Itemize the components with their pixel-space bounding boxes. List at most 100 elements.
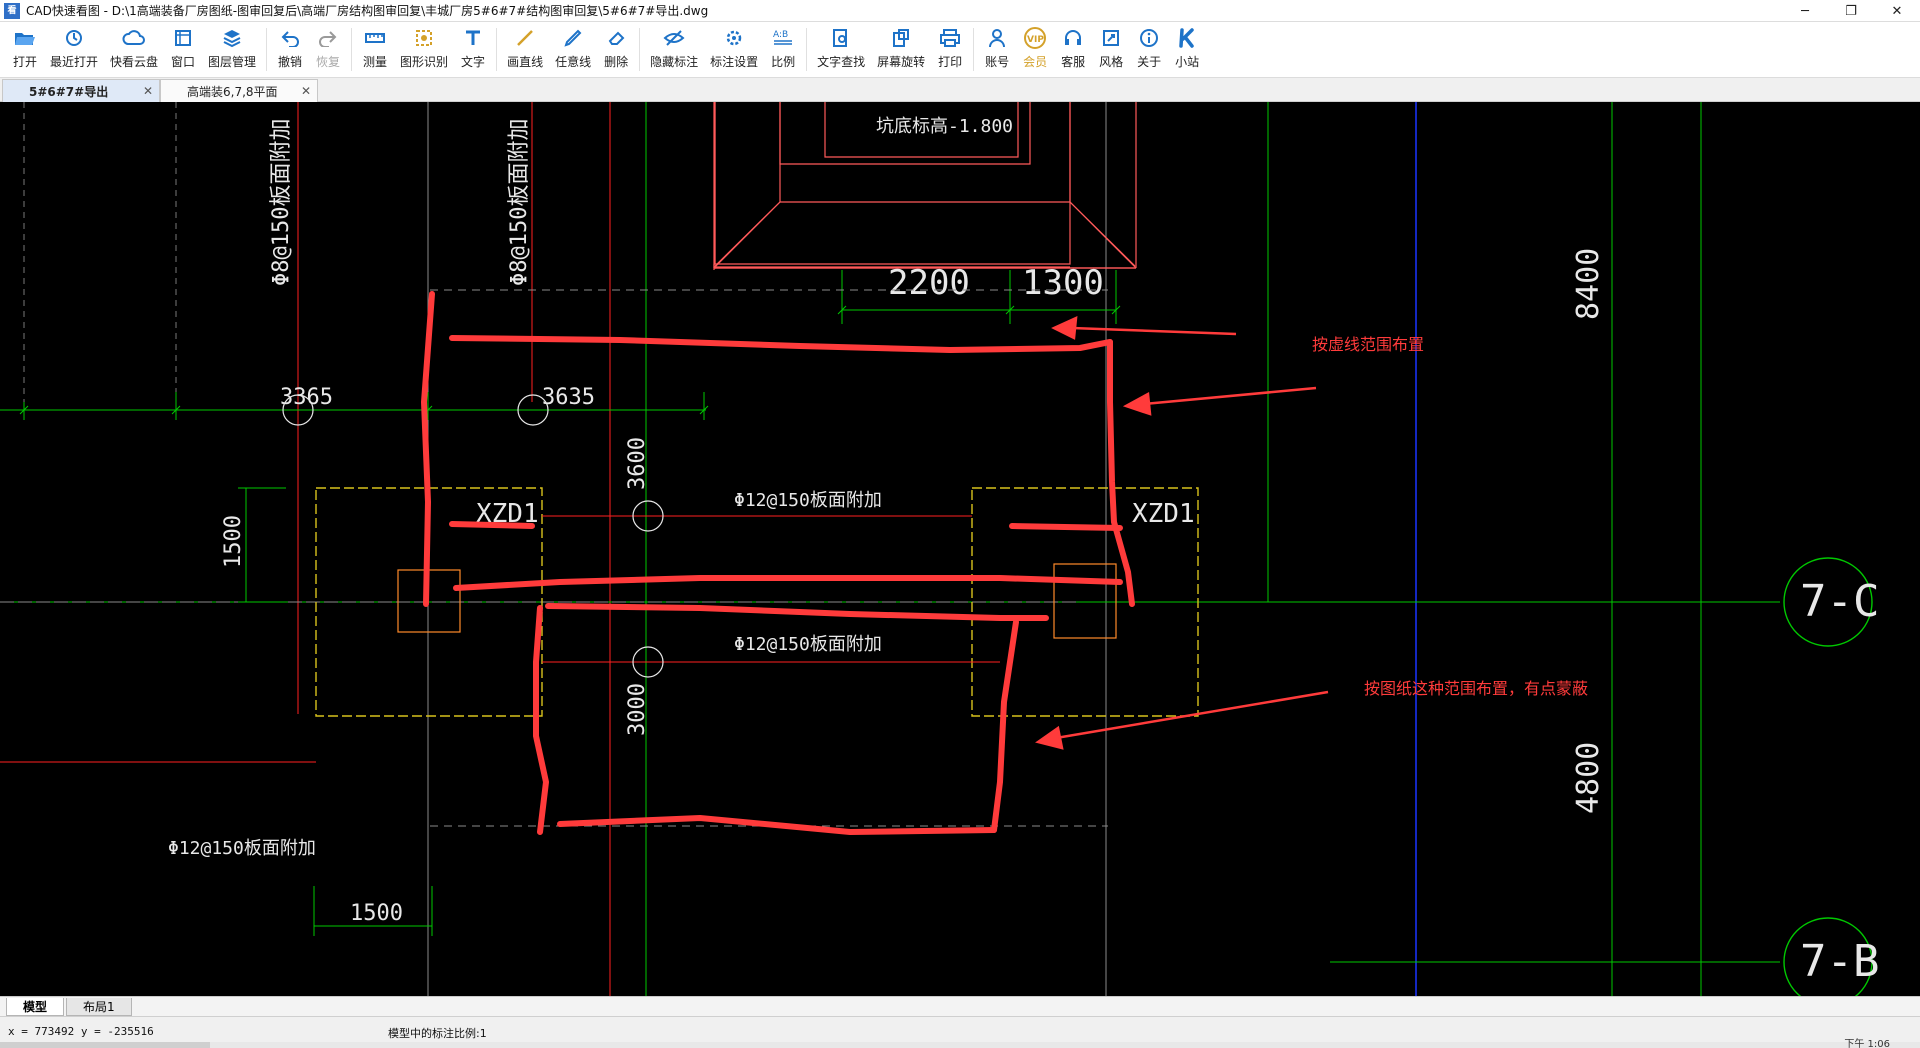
toolbar-label: 屏幕旋转 xyxy=(877,55,926,69)
rotate-screen-icon xyxy=(888,26,914,50)
toolbar-shape-recognition-button[interactable]: 图形识别 xyxy=(394,22,454,77)
scale-icon: A:B xyxy=(770,26,796,50)
toolbar-label: 撤销 xyxy=(278,55,303,69)
status-strip xyxy=(0,1042,1920,1048)
style-icon xyxy=(1098,26,1124,50)
toolbar-ruler-button[interactable]: 测量 xyxy=(356,22,394,77)
column-label-right: XZD1 xyxy=(1132,499,1195,529)
tab-label: 高端装6,7,8平面 xyxy=(187,84,278,99)
close-window-button[interactable]: ✕ xyxy=(1874,0,1920,22)
toolbar-label: 文字 xyxy=(461,55,486,69)
toolbar-label: 恢复 xyxy=(316,55,341,69)
window-title: CAD快速看图 - D:\1高端装备厂房图纸-图审回复后\高端厂房结构图审回复\… xyxy=(26,4,709,18)
minimize-button[interactable]: ─ xyxy=(1782,0,1828,22)
toolbar-label: 关于 xyxy=(1137,55,1162,69)
svg-text:VIP: VIP xyxy=(1027,35,1044,45)
toolbar-label: 标注设置 xyxy=(710,55,759,69)
toolbar-folder-open-button[interactable]: 打开 xyxy=(6,22,44,77)
vip-icon: VIP xyxy=(1022,26,1048,50)
annotation-scale-note: 模型中的标注比例:1 xyxy=(388,1027,487,1040)
toolbar-label: 小站 xyxy=(1175,55,1200,69)
toolbar-undo-button[interactable]: 撤销 xyxy=(271,22,309,77)
toolbar-printer-button[interactable]: 打印 xyxy=(931,22,969,77)
toolbar-text-button[interactable]: 文字 xyxy=(454,22,492,77)
axis-label-7c: 7-C xyxy=(1800,576,1879,627)
toolbar-style-button[interactable]: 风格 xyxy=(1092,22,1130,77)
drawing-canvas[interactable]: 坑底标高-1.800 2200 1300 3365 3635 Φ8@150板面附… xyxy=(0,102,1920,996)
toolbar-cloud-button[interactable]: 快看云盘 xyxy=(104,22,164,77)
cursor-coordinates: x = 773492 y = -235516 xyxy=(8,1025,154,1038)
close-tab-icon[interactable]: ✕ xyxy=(143,84,153,98)
toolbar-label: 打印 xyxy=(938,55,963,69)
toolbar-label: 最近打开 xyxy=(50,55,99,69)
text-icon xyxy=(460,26,486,50)
axis-label-7b: 7-B xyxy=(1800,936,1879,987)
toolbar-label: 文字查找 xyxy=(817,55,866,69)
markup-arrows xyxy=(1035,315,1329,750)
svg-text:A:B: A:B xyxy=(773,30,788,40)
toolbar-label: 打开 xyxy=(12,55,37,69)
tab-document-1[interactable]: 5#6#7#导出 ✕ xyxy=(2,79,160,102)
toolbar-redo-button[interactable]: 恢复 xyxy=(309,22,347,77)
toolbar-vip-button[interactable]: VIP 会员 xyxy=(1016,22,1054,77)
app-window: 看 CAD快速看图 - D:\1高端装备厂房图纸-图审回复后\高端厂房结构图审回… xyxy=(0,0,1920,1048)
dim-2200: 2200 xyxy=(888,263,970,303)
toolbar-separator xyxy=(639,28,641,71)
pit-label: 坑底标高-1.800 xyxy=(876,116,1013,137)
toolbar-label: 测量 xyxy=(363,55,388,69)
tab-document-2[interactable]: 高端装6,7,8平面 ✕ xyxy=(160,79,318,102)
ruler-icon xyxy=(362,26,388,50)
toolbar-separator xyxy=(351,28,353,71)
toolbar-label: 会员 xyxy=(1023,55,1048,69)
toolbar-history-button[interactable]: 最近打开 xyxy=(44,22,104,77)
toolbar-label: 画直线 xyxy=(507,55,544,69)
toolbar-rotate-screen-button[interactable]: 屏幕旋转 xyxy=(871,22,931,77)
toolbar-text-search-button[interactable]: 文字查找 xyxy=(811,22,871,77)
folder-open-icon xyxy=(12,26,38,50)
toolbar-headset-button[interactable]: 客服 xyxy=(1054,22,1092,77)
toolbar-info-button[interactable]: 关于 xyxy=(1130,22,1168,77)
toolbar-eraser-button[interactable]: 删除 xyxy=(597,22,635,77)
toolbar-label: 窗口 xyxy=(171,55,196,69)
tab-model[interactable]: 模型 xyxy=(6,997,65,1016)
tab-layout1[interactable]: 布局1 xyxy=(66,997,132,1016)
rebar-label-left-1: Φ8@150板面附加 xyxy=(269,119,294,286)
toolbar-separator xyxy=(806,28,808,71)
cloud-icon xyxy=(121,26,147,50)
document-tab-bar: 5#6#7#导出 ✕ 高端装6,7,8平面 ✕ xyxy=(0,78,1920,102)
hide-annotation-icon xyxy=(661,26,687,50)
status-progress xyxy=(0,1042,210,1048)
rebar-label-mid-upper: Φ12@150板面附加 xyxy=(734,490,882,511)
restore-button[interactable]: ❐ xyxy=(1828,0,1874,22)
dim-1300: 1300 xyxy=(1022,263,1104,303)
dim-3635: 3635 xyxy=(542,385,595,410)
dim-4800: 4800 xyxy=(1571,742,1606,814)
tab-label: 5#6#7#导出 xyxy=(29,84,109,99)
toolbar-label: 账号 xyxy=(985,55,1010,69)
toolbar-annotation-settings-button[interactable]: 标注设置 xyxy=(704,22,764,77)
printer-icon xyxy=(937,26,963,50)
close-tab-icon[interactable]: ✕ xyxy=(301,84,311,98)
toolbar-label: 客服 xyxy=(1061,55,1086,69)
rebar-label-mid-lower: Φ12@150板面附加 xyxy=(734,634,882,655)
dim-3000: 3000 xyxy=(625,683,650,736)
toolbar-k-logo-button[interactable]: 小站 xyxy=(1168,22,1206,77)
toolbar-label: 隐藏标注 xyxy=(650,55,699,69)
user-icon xyxy=(984,26,1010,50)
toolbar-scale-button[interactable]: A:B 比例 xyxy=(764,22,802,77)
dim-1500-v: 1500 xyxy=(221,515,246,568)
dim-8400: 8400 xyxy=(1571,248,1606,320)
app-logo-icon: 看 xyxy=(4,2,20,19)
markup-freehand xyxy=(421,291,1135,835)
toolbar-hide-annotation-button[interactable]: 隐藏标注 xyxy=(644,22,704,77)
toolbar-line-button[interactable]: 画直线 xyxy=(501,22,549,77)
text-search-icon xyxy=(828,26,854,50)
toolbar-separator xyxy=(496,28,498,71)
toolbar-label: 任意线 xyxy=(555,55,592,69)
toolbar-user-button[interactable]: 账号 xyxy=(978,22,1016,77)
layers-icon xyxy=(219,26,245,50)
toolbar-freehand-button[interactable]: 任意线 xyxy=(549,22,597,77)
dim-3365: 3365 xyxy=(280,385,333,410)
toolbar-layers-button[interactable]: 图层管理 xyxy=(202,22,262,77)
toolbar-window-button[interactable]: 窗口 xyxy=(164,22,202,77)
